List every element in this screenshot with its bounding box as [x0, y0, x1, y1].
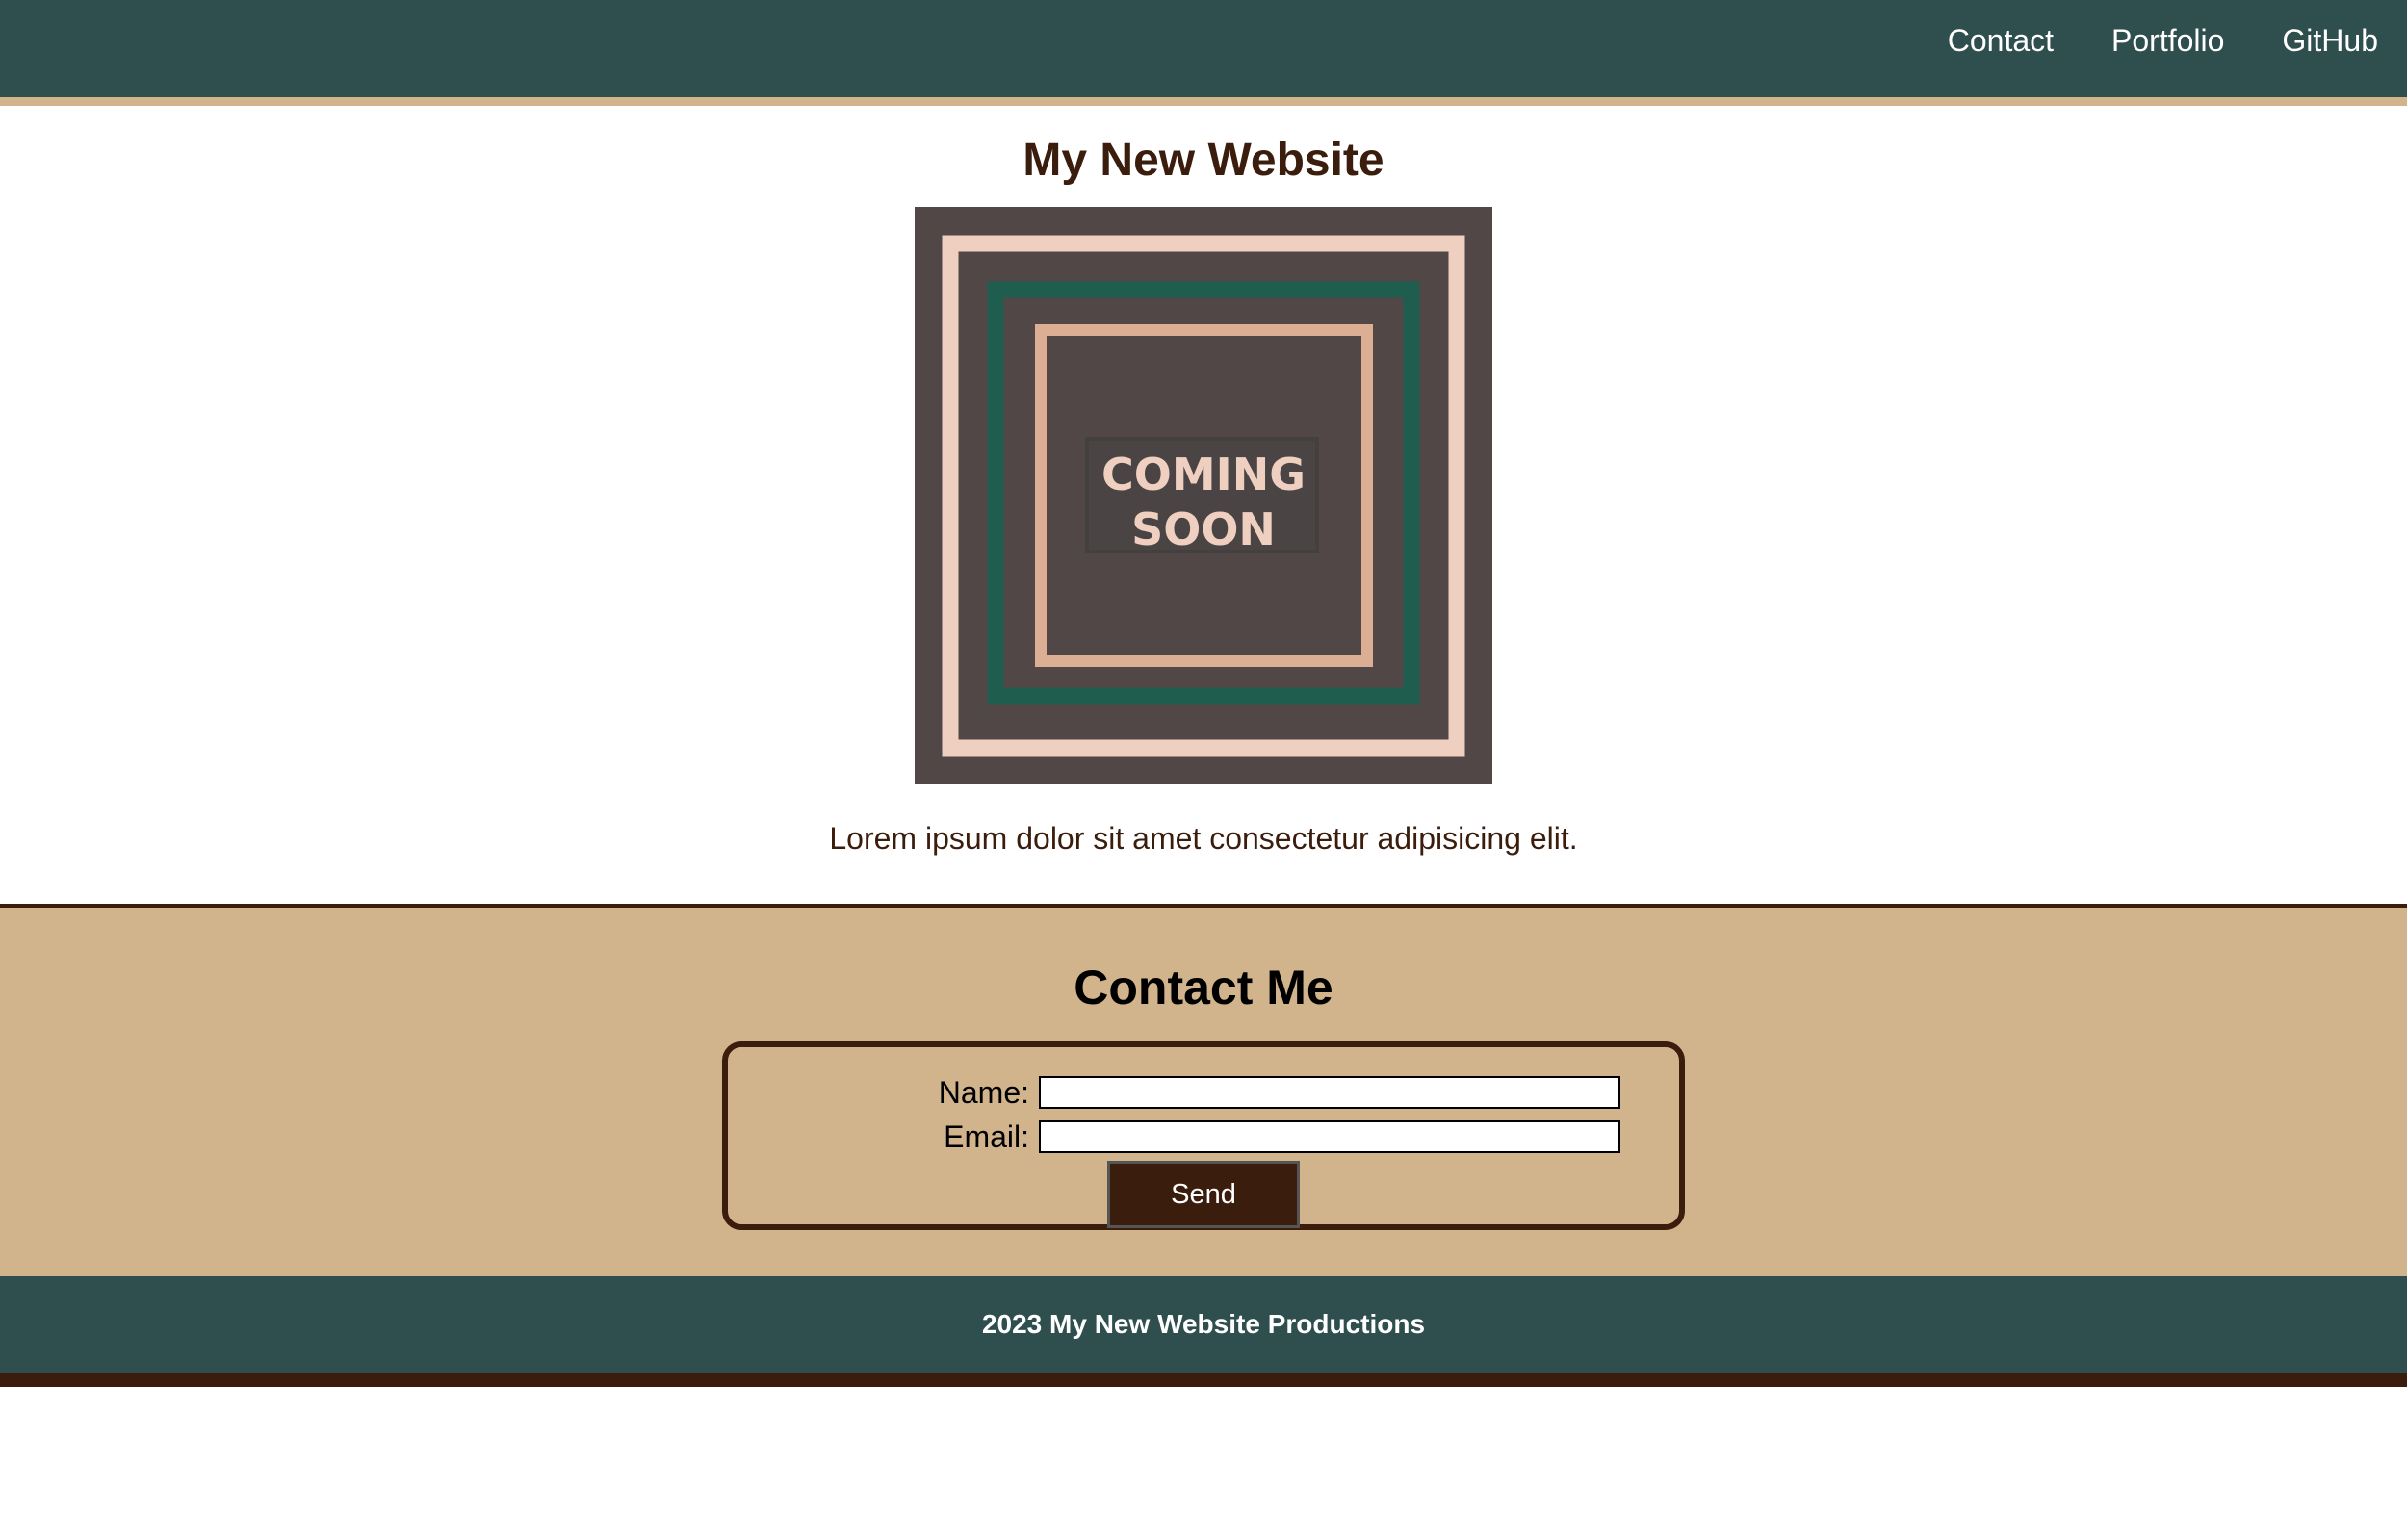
- email-row: Email:: [865, 1115, 1679, 1159]
- contact-section: Contact Me Name: Email: Send: [0, 904, 2407, 1276]
- top-navigation: Contact Portfolio GitHub: [0, 0, 2407, 106]
- name-row: Name:: [865, 1070, 1679, 1115]
- name-label: Name:: [938, 1074, 1029, 1110]
- footer-text: 2023 My New Website Productions: [981, 1309, 1426, 1339]
- soon-text: SOON: [1131, 503, 1276, 555]
- page-title: My New Website: [1022, 135, 1385, 186]
- email-input[interactable]: [1039, 1120, 1620, 1153]
- intro-text: Lorem ipsum dolor sit amet consectetur a…: [829, 821, 1578, 856]
- email-label: Email:: [944, 1118, 1029, 1154]
- coming-text: COMING: [1101, 449, 1306, 500]
- coming-soon-image: COMING SOON: [915, 207, 1492, 784]
- contact-title: Contact Me: [1074, 961, 1333, 1014]
- nav-link-portfolio[interactable]: Portfolio: [2111, 23, 2224, 59]
- nav-link-contact[interactable]: Contact: [1948, 23, 2054, 59]
- contact-form: Name: Email: Send: [722, 1041, 1685, 1230]
- nav-link-github[interactable]: GitHub: [2282, 23, 2378, 59]
- footer: 2023 My New Website Productions: [0, 1276, 2407, 1387]
- send-button[interactable]: Send: [1107, 1161, 1300, 1228]
- name-input[interactable]: [1039, 1076, 1620, 1109]
- hero-section: My New Website COMING SOON Lorem ipsum d…: [0, 125, 2407, 858]
